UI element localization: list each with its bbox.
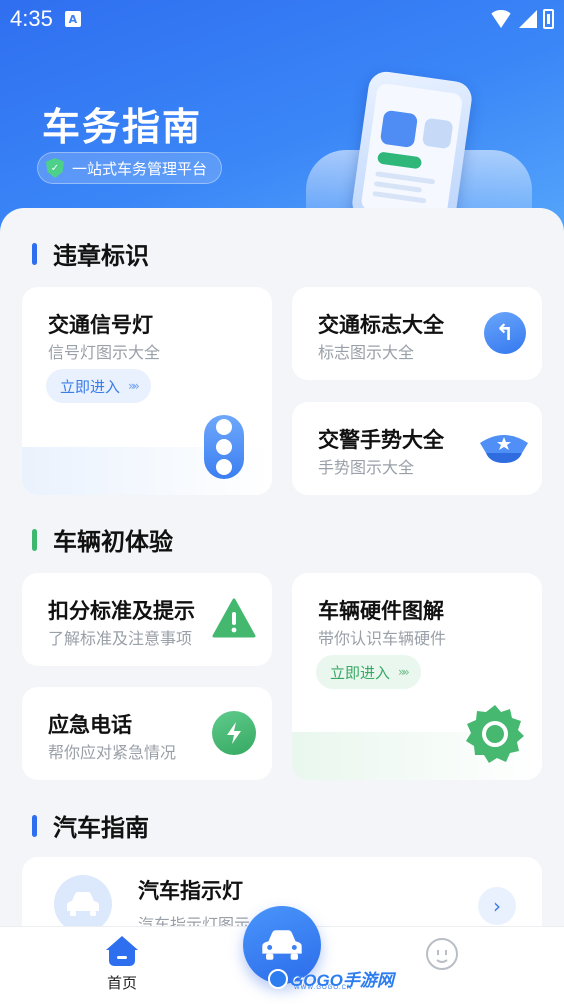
enter-button[interactable]: 立即进入»» (316, 655, 421, 689)
card-title: 车辆硬件图解 (318, 599, 444, 623)
card-title: 应急电话 (48, 713, 132, 737)
signal-icon (519, 10, 537, 28)
warning-icon (212, 597, 256, 639)
card-deduction-standards[interactable]: 扣分标准及提示 了解标准及注意事项 (22, 573, 272, 666)
status-time: 4:35 (10, 6, 53, 31)
section-violation-signs: 违章标识 (32, 236, 149, 271)
section-title: 车辆初体验 (53, 528, 173, 556)
card-emergency-phone[interactable]: 应急电话 帮你应对紧急情况 (22, 687, 272, 780)
card-subtitle: 带你认识车辆硬件 (318, 629, 447, 648)
enter-label: 立即进入 (60, 377, 121, 396)
traffic-light-icon (204, 415, 244, 479)
card-subtitle: 帮你应对紧急情况 (48, 743, 177, 762)
card-title: 扣分标准及提示 (48, 599, 195, 623)
card-title: 交通标志大全 (318, 313, 444, 337)
tab-profile[interactable] (426, 938, 458, 970)
card-traffic-signs[interactable]: 交通标志大全 标志图示大全 ↰ (292, 287, 542, 380)
home-icon (106, 936, 138, 966)
car-icon (54, 875, 112, 933)
watermark-sub: WWW.GOGO.CN (294, 985, 353, 991)
tab-home-label: 首页 (106, 974, 137, 992)
card-traffic-light[interactable]: 交通信号灯 信号灯图示大全 立即进入»» (22, 287, 272, 495)
card-subtitle: 信号灯图示大全 (48, 343, 161, 362)
notification-icon: A (64, 11, 81, 27)
app-title: 车务指南 (42, 105, 203, 149)
chevron-right-icon[interactable]: › (478, 887, 516, 925)
lightning-icon (212, 711, 256, 755)
car-icon (262, 930, 302, 960)
battery-icon (543, 9, 554, 29)
card-title: 交通信号灯 (48, 313, 153, 337)
shield-icon: ✓ (46, 158, 64, 178)
card-subtitle: 手势图示大全 (318, 458, 415, 477)
face-icon (436, 950, 448, 963)
section-car-guide: 汽车指南 (32, 808, 149, 843)
police-cap-icon (478, 432, 530, 464)
wifi-icon (489, 10, 513, 28)
tagline-badge: ✓ 一站式车务管理平台 (37, 152, 223, 184)
turn-sign-icon: ↰ (484, 312, 526, 354)
card-title: 汽车指示灯 (138, 879, 243, 903)
watermark-logo: GOGO手游网 WWW.GOGO.CN (268, 966, 394, 991)
section-title: 汽车指南 (53, 814, 149, 842)
card-vehicle-hardware[interactable]: 车辆硬件图解 带你认识车辆硬件 立即进入»» (292, 573, 542, 780)
tab-home[interactable]: 首页 (96, 936, 148, 993)
status-bar: 4:35 A (0, 0, 564, 38)
enter-label: 立即进入 (330, 663, 391, 682)
enter-button[interactable]: 立即进入»» (46, 369, 151, 403)
gear-icon (464, 703, 526, 765)
section-title: 违章标识 (53, 242, 149, 270)
card-title: 交警手势大全 (318, 428, 444, 452)
card-subtitle: 标志图示大全 (318, 343, 415, 362)
card-police-gestures[interactable]: 交警手势大全 手势图示大全 (292, 402, 542, 495)
tagline-text: 一站式车务管理平台 (72, 159, 208, 178)
card-subtitle: 了解标准及注意事项 (48, 629, 193, 648)
section-vehicle-experience: 车辆初体验 (32, 522, 173, 557)
